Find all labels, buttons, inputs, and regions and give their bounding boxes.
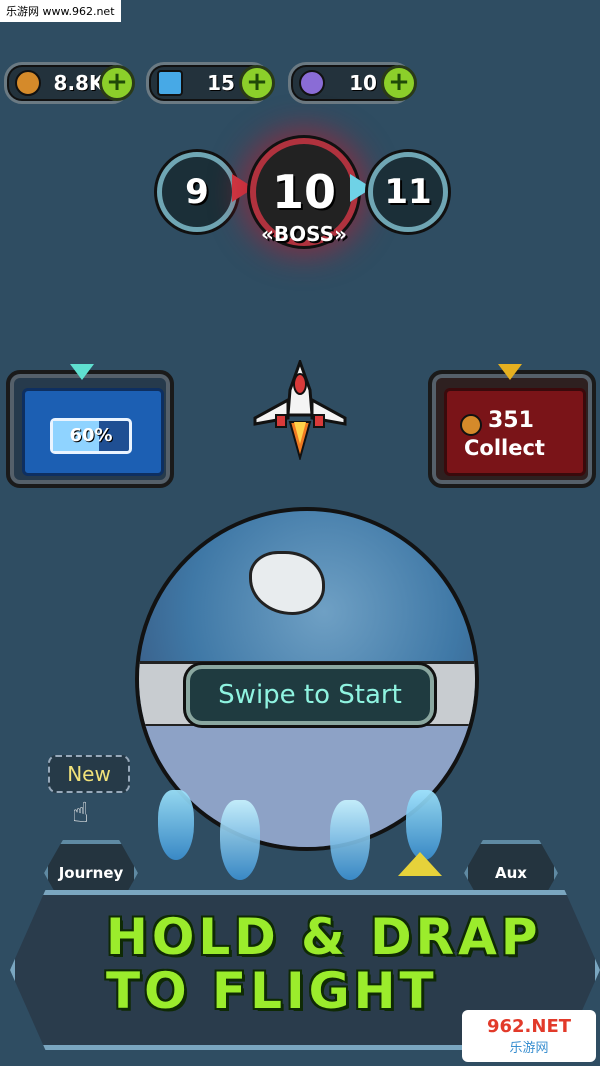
boss-label: «BOSS» xyxy=(261,222,347,246)
level-next-number: 11 xyxy=(384,172,432,212)
coin-icon xyxy=(460,414,482,436)
down-arrow-icon xyxy=(498,364,522,380)
hold-line-2: TO FLIGHT xyxy=(106,962,438,1020)
thruster-flame xyxy=(330,800,370,880)
level-prev-button[interactable]: 9 xyxy=(157,152,237,232)
add-coins-button[interactable]: + xyxy=(99,65,135,101)
thruster-flame xyxy=(158,790,194,860)
battery-percent: 60% xyxy=(69,425,113,446)
journey-label: Journey xyxy=(58,864,124,882)
new-badge: New xyxy=(48,755,130,793)
collect-amount: 351 xyxy=(488,408,534,433)
player-ship xyxy=(253,360,347,460)
aux-label: Aux xyxy=(495,864,527,882)
watermark-text: 乐游网 www.962.net xyxy=(0,0,121,22)
thruster-flame xyxy=(220,800,260,880)
swipe-label: Swipe to Start xyxy=(218,680,402,710)
collect-label: Collect xyxy=(464,436,545,460)
site-logo: 962.NET 乐游网 xyxy=(462,1010,596,1062)
energy-card-icon xyxy=(157,70,183,96)
add-energy-button[interactable]: + xyxy=(239,65,275,101)
battery-panel[interactable]: 60% xyxy=(6,370,174,488)
collect-panel[interactable]: 351 Collect xyxy=(428,370,596,488)
logo-subtext: 乐游网 xyxy=(509,1041,549,1056)
down-arrow-icon xyxy=(70,364,94,380)
hold-line-1: HOLD & DRAP xyxy=(106,908,542,966)
level-prev-number: 9 xyxy=(185,172,209,212)
battery-icon: 60% xyxy=(50,418,132,454)
level-current-number: 10 xyxy=(271,165,336,219)
energy-counter: 15 + xyxy=(146,62,275,104)
up-arrow-icon xyxy=(398,852,442,876)
logo-text: 962.NET xyxy=(486,1016,572,1037)
level-next-button[interactable]: 11 xyxy=(368,152,448,232)
coin-counter: 8.8K + xyxy=(4,62,135,104)
coin-icon xyxy=(15,70,41,96)
swipe-to-start-button[interactable]: Swipe to Start xyxy=(186,665,434,725)
gem-counter: 10 + xyxy=(288,62,417,104)
gem-icon xyxy=(299,70,325,96)
thruster-flame xyxy=(406,790,442,860)
add-gems-button[interactable]: + xyxy=(381,65,417,101)
pointing-hand-icon: ☝ xyxy=(72,796,90,829)
